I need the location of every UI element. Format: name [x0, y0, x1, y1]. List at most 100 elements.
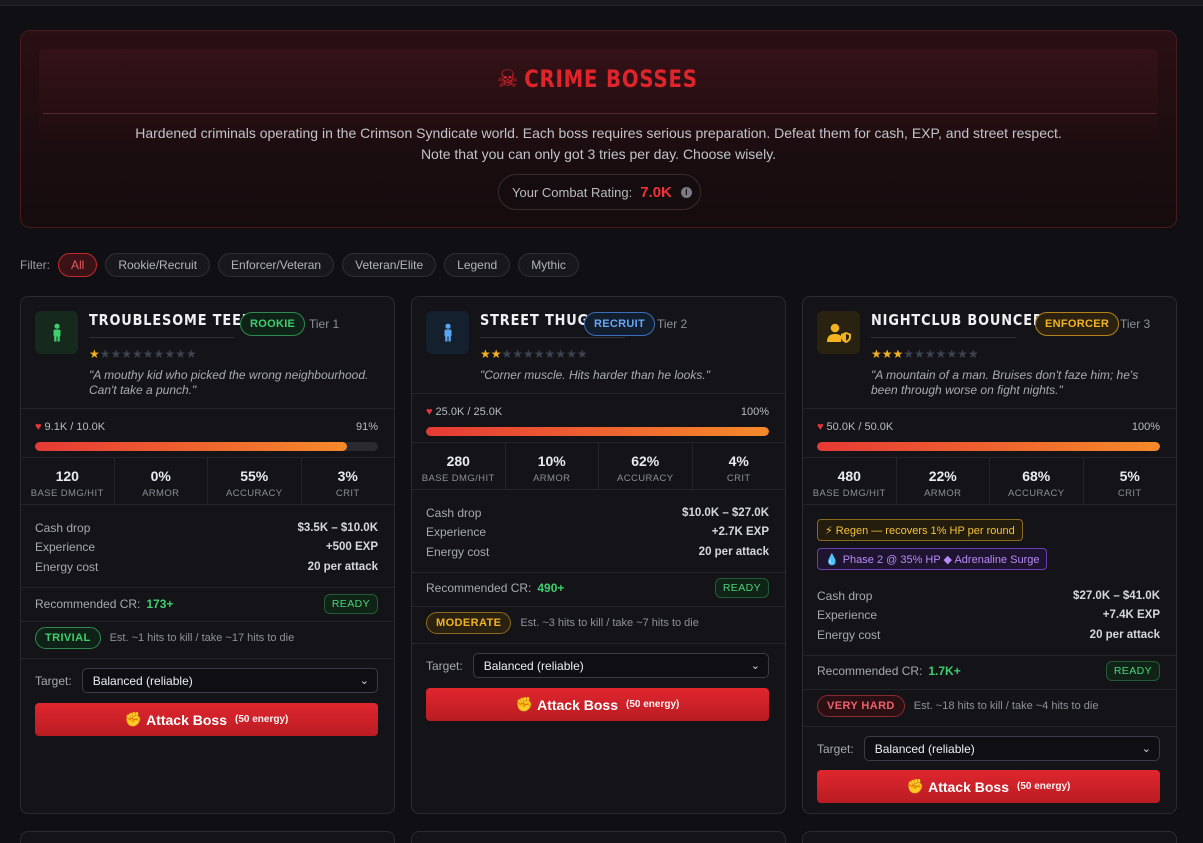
experience-value: +7.4K EXP	[1102, 609, 1160, 622]
difficulty-stars: ★★★★★★★★★★	[871, 347, 979, 361]
stat-crit: 5% CRIT	[1117, 468, 1142, 499]
divider	[803, 689, 1176, 690]
estimate-text: Est. ~18 hits to kill / take ~4 hits to …	[913, 700, 1099, 712]
chevron-down-icon: ⌄	[359, 675, 369, 687]
hp-bar-fill	[35, 442, 348, 451]
tier-label: Tier 3	[1120, 317, 1151, 331]
heart-icon: ♥	[426, 406, 433, 418]
attack-boss-button[interactable]: ✊ Attack Boss (50 energy)	[426, 688, 769, 721]
difficulty-badge: MODERATE	[426, 612, 512, 634]
boss-name: NIGHTCLUB BOUNCER	[871, 311, 1044, 329]
target-label: Target:	[426, 658, 463, 673]
hp-bar	[817, 442, 1160, 451]
stat-accuracy: 55% ACCURACY	[208, 458, 302, 504]
combat-rating-label: Your Combat Rating:	[512, 184, 633, 200]
target-row: Target: Balanced (reliable) ⌄	[817, 736, 1160, 761]
heart-icon: ♥	[817, 421, 824, 433]
stat-base-dmg: 120 BASE DMG/HIT	[21, 458, 115, 504]
person-icon	[53, 323, 60, 341]
person-icon	[444, 323, 451, 341]
info-icon[interactable]: i	[680, 186, 692, 198]
filter-legend[interactable]: Legend	[444, 253, 511, 277]
divider	[803, 726, 1176, 727]
stat-crit: 4% CRIT	[726, 453, 751, 484]
boss-name: TROUBLESOME TEEN	[89, 311, 254, 329]
filter-veteran-elite[interactable]: Veteran/Elite	[342, 253, 437, 277]
stats-row: 480 BASE DMG/HIT 22% ARMOR 68% ACCURACY 5% C…	[803, 457, 1176, 505]
target-row: Target: Balanced (reliable) ⌄	[426, 653, 769, 678]
filter-label: Filter:	[20, 258, 50, 272]
stat-crit: 3% CRIT	[335, 468, 360, 499]
chevron-down-icon: ⌄	[1141, 743, 1151, 755]
difficulty-stars: ★★★★★★★★★★	[480, 347, 588, 361]
target-label: Target:	[817, 741, 854, 756]
chevron-down-icon: ⌄	[750, 660, 760, 672]
fist-icon: ✊	[515, 696, 534, 712]
difficulty-row: TRIVIAL Est. ~1 hits to kill / take ~17 …	[35, 627, 378, 649]
stat-accuracy: 68% ACCURACY	[990, 458, 1084, 504]
difficulty-badge: TRIVIAL	[35, 627, 101, 649]
boss-avatar	[426, 311, 469, 354]
rank-badge: RECRUIT	[584, 312, 655, 336]
header-description: Hardened criminals operating in the Crim…	[21, 123, 1176, 165]
estimate-text: Est. ~1 hits to kill / take ~17 hits to …	[109, 632, 295, 644]
drop-icon: 💧	[825, 553, 839, 566]
attack-boss-button[interactable]: ✊ Attack Boss (50 energy)	[817, 770, 1160, 803]
divider	[21, 587, 394, 588]
boss-quote: "Corner muscle. Hits harder than he look…	[480, 368, 710, 382]
combat-rating-value: 7.0K	[640, 183, 672, 201]
energy-cost-value: 20 per attack	[307, 560, 378, 573]
hp-value: ♥ 9.1K / 10.0K	[35, 421, 106, 433]
boss-quote: "A mouthy kid who picked the wrong neigh…	[89, 368, 369, 397]
description-line-2: Note that you can only got 3 tries per d…	[420, 146, 777, 162]
target-select[interactable]: Balanced (reliable) ⌄	[81, 668, 378, 693]
stat-base-dmg: 280 BASE DMG/HIT	[412, 443, 506, 489]
target-select[interactable]: Balanced (reliable) ⌄	[472, 653, 769, 678]
rank-badge: ROOKIE	[240, 312, 306, 336]
attack-boss-button[interactable]: ✊ Attack Boss (50 energy)	[35, 703, 378, 736]
filter-enforcer-veteran[interactable]: Enforcer/Veteran	[218, 253, 335, 277]
regen-effect-tag: ⚡ Regen — recovers 1% HP per round	[817, 519, 1023, 541]
target-select[interactable]: Balanced (reliable) ⌄	[863, 736, 1160, 761]
reward-details: Cash drop $10.0K – $27.0K Experience +2.7K…	[426, 505, 769, 559]
hp-bar-fill	[817, 442, 1160, 451]
divider	[21, 621, 394, 622]
hp-percent: 91%	[355, 421, 378, 433]
rank-badge: ENFORCER	[1035, 312, 1120, 336]
recommended-cr-row: Recommended CR: 1.7K+ READY	[817, 660, 1160, 682]
recommended-cr-value: 490+	[537, 581, 565, 595]
hp-bar	[426, 427, 769, 436]
recommended-cr-value: 173+	[146, 597, 174, 611]
divider	[412, 606, 785, 607]
skull-crossbones-icon: ☠	[497, 65, 520, 93]
name-underline	[89, 337, 234, 338]
hp-percent: 100%	[740, 406, 769, 418]
cash-drop-value: $10.0K – $27.0K	[682, 506, 769, 519]
boss-name: STREET THUG	[480, 311, 590, 329]
boss-avatar	[817, 311, 860, 354]
header-divider	[43, 113, 1156, 114]
divider	[412, 572, 785, 573]
page-title: ☠ CRIME BOSSES	[497, 65, 698, 93]
recommended-cr-row: Recommended CR: 490+ READY	[426, 577, 769, 599]
name-underline	[871, 337, 1016, 338]
stats-row: 120 BASE DMG/HIT 0% ARMOR 55% ACCURACY 3% CR…	[21, 457, 394, 505]
boss-card-next-row	[20, 831, 395, 843]
filter-mythic[interactable]: Mythic	[518, 253, 579, 277]
experience-value: +2.7K EXP	[711, 526, 769, 539]
stat-armor: 0% ARMOR	[115, 458, 208, 504]
user-shield-icon	[826, 323, 851, 343]
filter-rookie-recruit[interactable]: Rookie/Recruit	[105, 253, 211, 277]
difficulty-row: MODERATE Est. ~3 hits to kill / take ~7 …	[426, 612, 769, 634]
divider	[803, 655, 1176, 656]
stat-armor: 22% ARMOR	[897, 458, 990, 504]
difficulty-badge: VERY HARD	[817, 695, 905, 717]
combat-rating-pill: Your Combat Rating: 7.0K i	[498, 174, 701, 210]
boss-card-troublesome-teen: TROUBLESOME TEEN ROOKIE Tier 1 ★★★★★★★★★…	[20, 296, 395, 814]
filter-all[interactable]: All	[58, 253, 98, 277]
tier-label: Tier 2	[657, 317, 688, 331]
experience-value: +500 EXP	[325, 541, 378, 554]
crime-bosses-header: ☠ CRIME BOSSES Hardened criminals operati…	[20, 30, 1177, 228]
reward-details: Cash drop $3.5K – $10.0K Experience +500 E…	[35, 520, 378, 574]
recommended-cr-row: Recommended CR: 173+ READY	[35, 593, 378, 615]
